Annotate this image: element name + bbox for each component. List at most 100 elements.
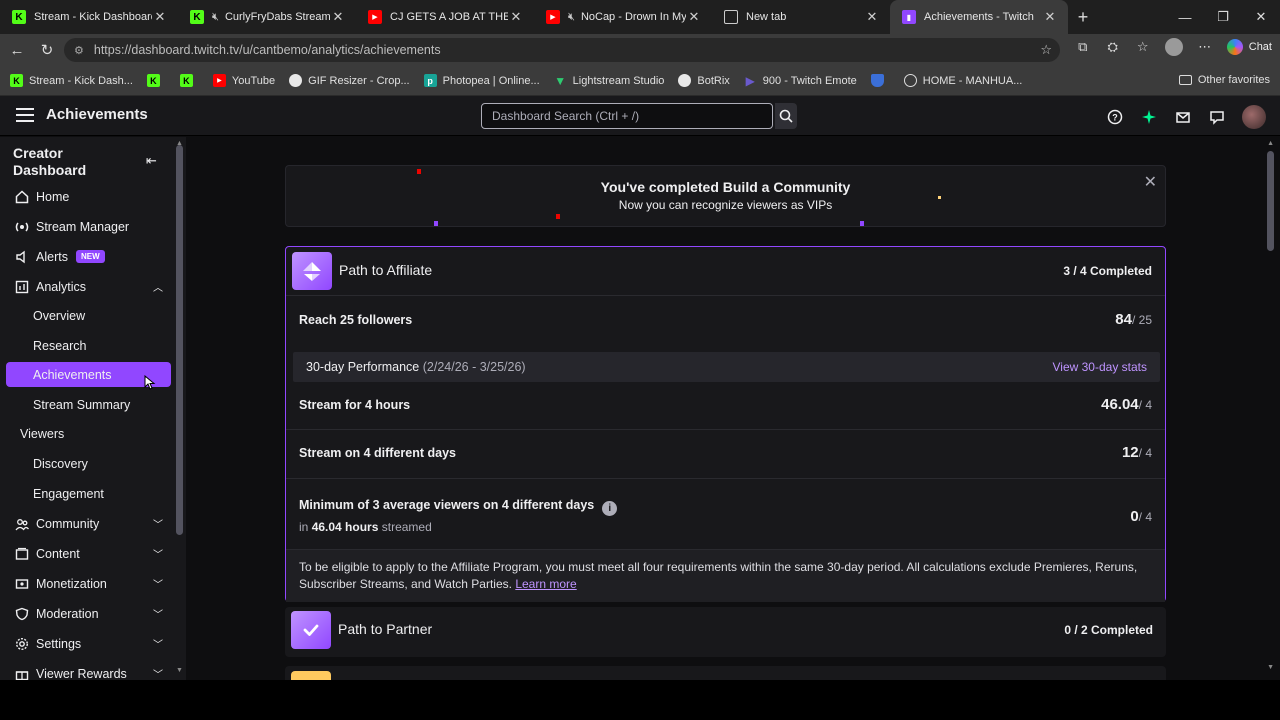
tab-new-tab[interactable]: New tab ✕ [712, 0, 890, 34]
sidebar-item-monetization[interactable]: Monetization ﹀ [6, 571, 171, 596]
tab-kick-dashboard[interactable]: K Stream - Kick Dashboard ✕ [0, 0, 178, 34]
profile-avatar[interactable] [1164, 38, 1183, 56]
dashboard-search-input[interactable]: Dashboard Search (Ctrl + /) [481, 103, 773, 129]
copilot-chat-button[interactable]: Chat [1226, 39, 1272, 55]
main-scrollbar[interactable] [1267, 151, 1274, 251]
sidebar-item-moderation[interactable]: Moderation ﹀ [6, 601, 171, 626]
muted-speaker-icon[interactable]: 🔇︎ [212, 11, 219, 24]
bookmark-kick-dashboard[interactable]: K Stream - Kick Dash... [10, 74, 133, 87]
close-tab-icon[interactable]: ✕ [686, 9, 702, 25]
sidebar-scrollbar[interactable] [176, 145, 183, 535]
tab-curlyfrydabs[interactable]: K 🔇︎ CurlyFryDabs Stream - W ✕ [178, 0, 356, 34]
view-30-day-stats-link[interactable]: View 30-day stats [1053, 360, 1148, 374]
sidebar-item-viewer-rewards[interactable]: Viewer Rewards ﹀ [6, 661, 171, 680]
window-controls: — ❐ ✕ [1166, 0, 1280, 34]
bookmark-photopea[interactable]: p Photopea | Online... [423, 74, 540, 87]
sidebar-item-analytics[interactable]: Analytics ︿ [6, 274, 171, 299]
url-field[interactable]: ⚙ https://dashboard.twitch.tv/u/cantbemo… [64, 38, 1060, 62]
restore-icon[interactable]: ❐ [1204, 9, 1242, 25]
close-tab-icon[interactable]: ✕ [152, 9, 168, 25]
monetization-icon [14, 577, 30, 591]
hamburger-menu-icon[interactable] [16, 108, 34, 122]
bookmark-lightstream[interactable]: ▼ Lightstream Studio [554, 74, 664, 88]
learn-more-link[interactable]: Learn more [515, 577, 576, 591]
bookmark-twitch-emote[interactable]: ▶ 900 - Twitch Emote [744, 74, 857, 88]
sidebar-item-viewers[interactable]: Viewers [6, 421, 171, 446]
tab-title: CJ GETS A JOB AT THE DEALE [390, 11, 508, 23]
bookmark-gif-resizer[interactable]: GIF Resizer - Crop... [289, 74, 410, 87]
chat-label: Chat [1248, 41, 1272, 53]
sidebar-item-stream-summary[interactable]: Stream Summary [6, 392, 171, 417]
bookmark-youtube[interactable]: ▶ YouTube [212, 74, 276, 87]
sidebar-item-overview[interactable]: Overview [6, 303, 171, 328]
main-scroll-down-icon[interactable]: ▼ [1267, 664, 1274, 671]
bookmark-kick-2[interactable]: K [179, 74, 199, 87]
performance-label: 30-day Performance (2/24/26 - 3/25/26) [306, 360, 526, 374]
close-tab-icon[interactable]: ✕ [330, 9, 346, 25]
sidebar-item-label: Stream Summary [33, 397, 131, 412]
sidebar-item-stream-manager[interactable]: Stream Manager [6, 214, 171, 239]
site-info-icon[interactable]: ⚙ [74, 44, 84, 57]
minimize-icon[interactable]: — [1166, 10, 1204, 25]
tab-nocap[interactable]: ▶ 🔇︎ NoCap - Drown In My St ✕ [534, 0, 712, 34]
close-tab-icon[interactable]: ✕ [508, 9, 524, 25]
sidebar-item-community[interactable]: Community ﹀ [6, 511, 171, 536]
favorites-icon[interactable]: ☆ [1135, 39, 1151, 55]
other-favorites[interactable]: Other favorites [1178, 74, 1270, 86]
collapse-sidebar-icon[interactable]: ⇤ [146, 153, 157, 169]
close-tab-icon[interactable]: ✕ [864, 9, 880, 25]
reload-icon[interactable]: ↻ [32, 41, 62, 59]
chevron-down-icon: ﹀ [153, 670, 163, 680]
sparkle-icon[interactable] [1140, 108, 1158, 126]
sidebar-item-label: Engagement [33, 486, 104, 501]
next-achievement-card[interactable] [285, 666, 1166, 680]
split-screen-icon[interactable]: ⛭ [1105, 39, 1121, 55]
tab-title: NoCap - Drown In My St [580, 11, 686, 23]
sidebar-item-content[interactable]: Content ﹀ [6, 541, 171, 566]
bookmark-manhua[interactable]: HOME - MANHUA... [903, 74, 1022, 87]
new-badge: NEW [75, 250, 105, 263]
search-button[interactable] [775, 103, 797, 129]
kick-icon: K [12, 10, 26, 24]
sidebar-scroll-down-icon[interactable]: ▼ [176, 667, 183, 674]
sidebar-item-alerts[interactable]: Alerts NEW [6, 244, 171, 269]
new-tab-button[interactable]: + [1068, 7, 1098, 28]
bookmark-label: YouTube [231, 74, 276, 87]
eligibility-text: To be eligible to apply to the Affiliate… [299, 560, 1138, 591]
path-to-affiliate-card: Path to Affiliate 3 / 4 Completed Reach … [285, 246, 1166, 602]
gif-icon [289, 74, 303, 87]
info-icon[interactable]: i [602, 501, 618, 516]
requirement-stream-days: Stream on 4 different days 12/ 4 [286, 429, 1165, 478]
inbox-icon[interactable] [1174, 108, 1192, 126]
close-window-icon[interactable]: ✕ [1242, 9, 1280, 25]
back-icon[interactable]: ← [2, 42, 32, 59]
whispers-icon[interactable] [1208, 108, 1226, 126]
requirement-label: Stream for 4 hours [299, 398, 411, 412]
sidebar-item-research[interactable]: Research [6, 333, 171, 358]
sidebar-item-engagement[interactable]: Engagement [6, 481, 171, 506]
newtab-icon [724, 10, 738, 24]
path-to-partner-card[interactable]: Path to Partner 0 / 2 Completed [285, 607, 1166, 657]
bookmark-kick-1[interactable]: K [146, 74, 166, 87]
more-menu-icon[interactable]: ⋯ [1197, 39, 1213, 55]
sidebar-item-settings[interactable]: Settings ﹀ [6, 631, 171, 656]
muted-speaker-icon[interactable]: 🔇︎ [568, 11, 575, 24]
main-scroll-up-icon[interactable]: ▲ [1267, 140, 1274, 147]
sidebar-item-home[interactable]: Home [6, 184, 171, 209]
tab-achievements-twitch[interactable]: ▮ Achievements - Twitch ✕ [890, 0, 1068, 34]
sidebar-item-achievements[interactable]: Achievements [6, 362, 171, 390]
bookmark-shield[interactable] [870, 74, 890, 87]
requirement-subtext: in 46.04 hours streamed [299, 520, 432, 534]
moderation-icon [14, 607, 30, 621]
close-toast-icon[interactable]: ✕ [1144, 172, 1157, 192]
close-tab-icon[interactable]: ✕ [1042, 9, 1058, 25]
bookmark-botrix[interactable]: BotRix [678, 74, 730, 87]
user-avatar[interactable] [1242, 105, 1266, 129]
tab-cj-gets-a-job[interactable]: ▶ CJ GETS A JOB AT THE DEALE ✕ [356, 0, 534, 34]
sidebar-item-discovery[interactable]: Discovery [6, 451, 171, 476]
extensions-icon[interactable]: ⧉ [1075, 39, 1091, 55]
confetti-piece [434, 221, 438, 226]
affiliate-card-header[interactable]: Path to Affiliate 3 / 4 Completed [286, 247, 1165, 295]
favorite-star-icon[interactable]: ☆ [1040, 42, 1052, 58]
help-icon[interactable]: ? [1106, 108, 1124, 126]
